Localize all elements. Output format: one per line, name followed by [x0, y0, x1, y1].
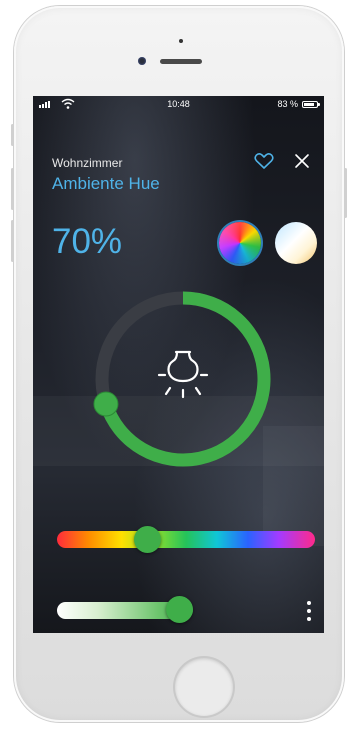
proximity-sensor: [179, 39, 183, 43]
heart-outline-icon[interactable]: [254, 152, 274, 170]
close-icon[interactable]: [293, 152, 311, 170]
brightness-dial[interactable]: [93, 289, 273, 469]
battery-percentage: 83 %: [277, 99, 298, 109]
hue-slider-thumb[interactable]: [133, 526, 161, 553]
color-mode-white-button[interactable]: [275, 222, 317, 264]
power-button: [344, 168, 347, 218]
vertical-dots-icon[interactable]: [305, 601, 313, 625]
brightness-value: 70%: [52, 222, 123, 261]
white-brightness-slider-thumb[interactable]: [166, 596, 193, 623]
app-screen: 10:48 83 % Wohnzimmer Ambiente Hue 70%: [33, 96, 324, 633]
front-camera: [138, 57, 146, 65]
mute-switch: [11, 124, 14, 146]
earpiece-speaker: [160, 59, 202, 64]
status-bar: 10:48 83 %: [33, 96, 324, 114]
volume-down-button: [11, 220, 14, 262]
color-mode-rainbow-button[interactable]: [219, 222, 261, 264]
volume-up-button: [11, 168, 14, 210]
battery-icon: [302, 101, 320, 108]
light-bulb-icon: [157, 350, 209, 399]
dial-knob[interactable]: [93, 391, 119, 417]
room-name: Wohnzimmer: [52, 156, 123, 170]
home-button[interactable]: [175, 658, 233, 716]
hue-slider-track[interactable]: [57, 531, 315, 548]
device-title: Ambiente Hue: [52, 174, 160, 193]
